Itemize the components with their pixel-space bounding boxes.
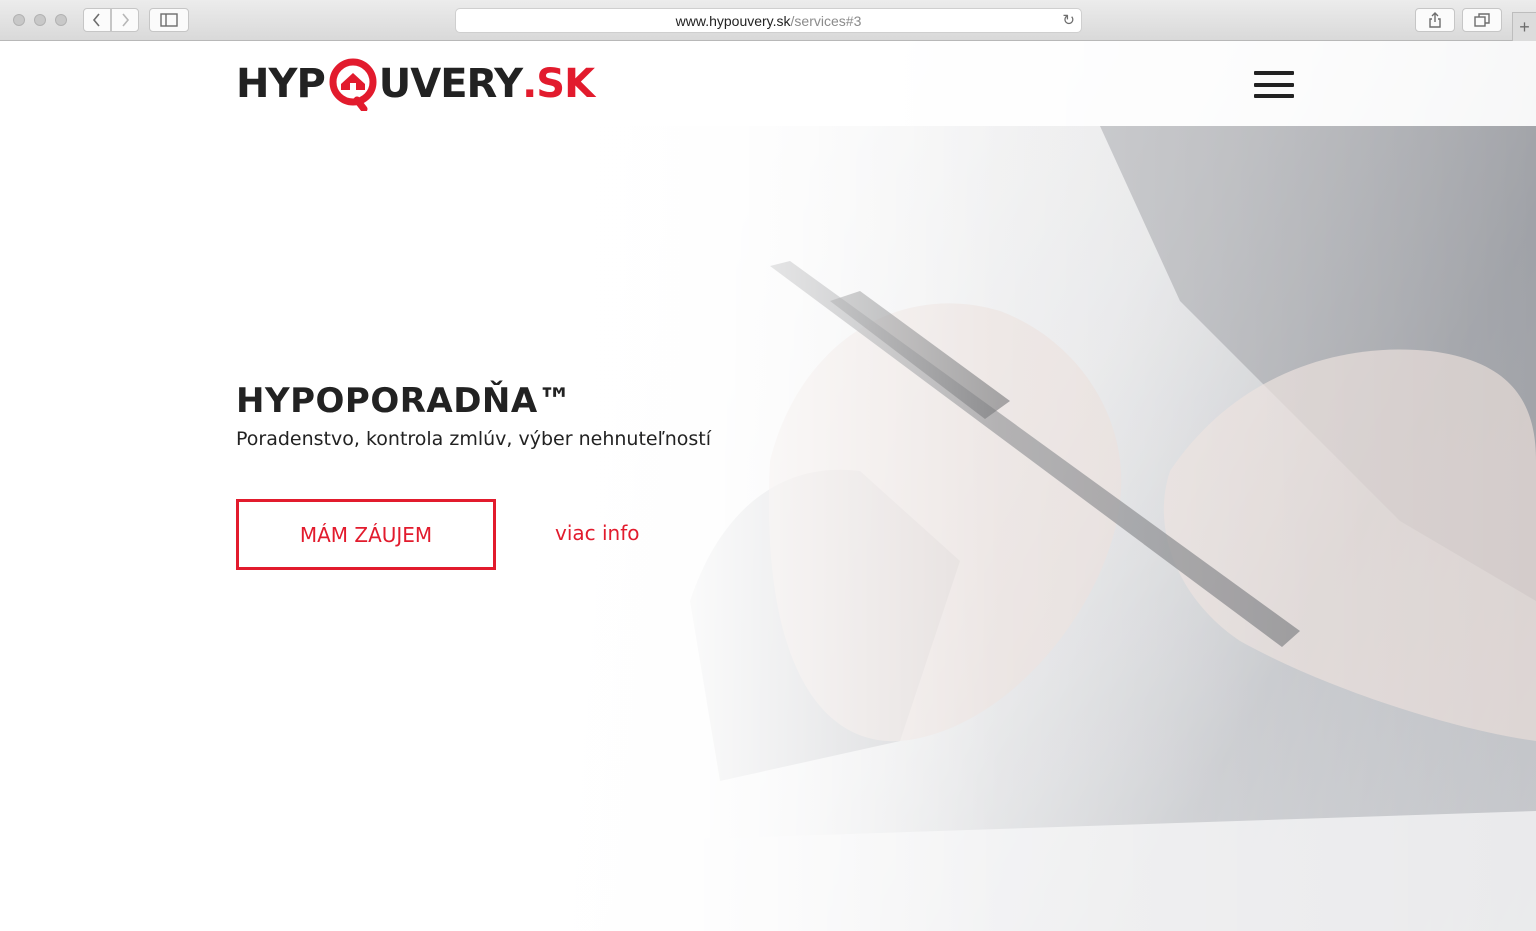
share-button[interactable] <box>1415 8 1455 32</box>
tabs-icon <box>1474 13 1490 27</box>
page-content: HYP UVERY .SK HYPOPORADŇA™ Poradenstvo, k… <box>0 41 1536 931</box>
interest-button[interactable]: MÁM ZÁUJEM <box>236 499 496 570</box>
show-tabs-button[interactable] <box>1462 8 1502 32</box>
logo-text-uvery: UVERY <box>378 61 523 107</box>
menu-bar <box>1254 71 1294 75</box>
hero-background <box>0 41 1536 931</box>
hero-title: HYPOPORADŇA™ <box>236 381 573 421</box>
house-magnifier-icon <box>329 58 377 111</box>
menu-bar <box>1254 82 1294 87</box>
reload-icon[interactable]: ↻ <box>1062 11 1075 29</box>
url-domain: www.hypouvery.sk <box>675 12 791 29</box>
chevron-right-icon <box>122 13 130 27</box>
sidebar-button[interactable] <box>149 8 189 32</box>
site-logo[interactable]: HYP UVERY .SK <box>236 57 595 111</box>
browser-toolbar: www.hypouvery.sk/services#3 ↻ + <box>0 0 1536 41</box>
logo-text-hyp: HYP <box>236 61 326 107</box>
site-header: HYP UVERY .SK <box>0 41 1536 126</box>
hero-subtitle: Poradenstvo, kontrola zmlúv, výber nehnu… <box>236 428 711 450</box>
chevron-left-icon <box>92 13 100 27</box>
forward-button[interactable] <box>111 8 139 32</box>
menu-bar <box>1254 94 1294 98</box>
menu-icon[interactable] <box>1254 71 1294 98</box>
zoom-window-button[interactable] <box>55 14 67 26</box>
more-info-link[interactable]: viac info <box>555 521 640 545</box>
address-bar[interactable]: www.hypouvery.sk/services#3 ↻ <box>455 8 1082 33</box>
back-button[interactable] <box>83 8 111 32</box>
url-path: /services#3 <box>790 12 862 29</box>
new-tab-button[interactable]: + <box>1512 12 1536 41</box>
logo-text-sk: .SK <box>522 61 595 107</box>
minimize-window-button[interactable] <box>34 14 46 26</box>
sidebar-icon <box>160 13 178 27</box>
close-window-button[interactable] <box>13 14 25 26</box>
share-icon <box>1429 12 1441 28</box>
